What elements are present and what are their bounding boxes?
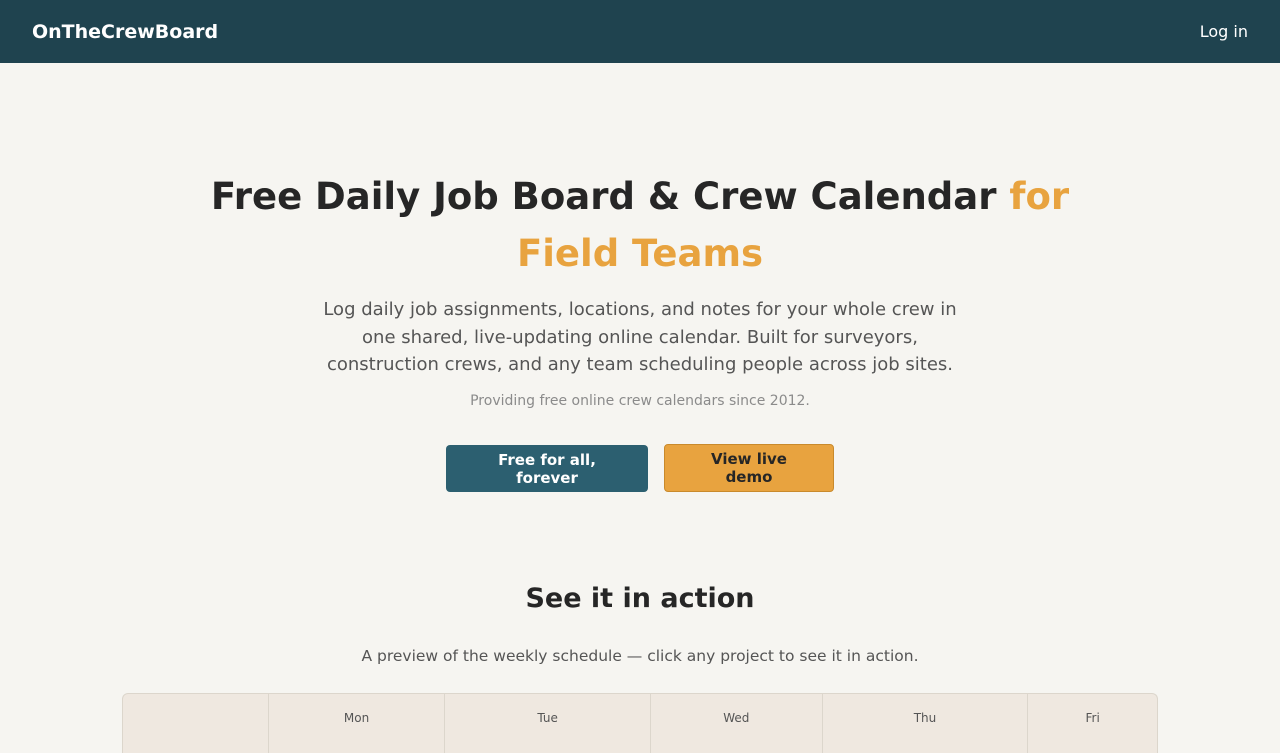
calendar-day-header-wed: Wed — [651, 694, 823, 753]
calendar-day-header-thu: Thu — [823, 694, 1029, 753]
hero-section: Free Daily Job Board & Crew Calendar for… — [0, 168, 1280, 409]
free-forever-button[interactable]: Free for all, forever — [446, 445, 648, 492]
hero-subtitle: Log daily job assignments, locations, an… — [323, 299, 957, 375]
brand-logo[interactable]: OnTheCrewBoard — [32, 21, 218, 43]
preview-section-subtitle: A preview of the weekly schedule — click… — [361, 647, 919, 665]
calendar-corner-cell — [123, 694, 269, 753]
calendar-day-header-fri: Fri — [1085, 711, 1100, 725]
weekly-calendar-preview: Mon Tue Wed Thu Fri — [122, 693, 1158, 753]
hero-since-text: Providing free online crew calendars sin… — [470, 392, 810, 409]
top-navigation-bar: OnTheCrewBoard Log in — [0, 0, 1280, 63]
login-link[interactable]: Log in — [1200, 22, 1248, 41]
calendar-day-header-mon: Mon — [269, 694, 446, 753]
calendar-day-header-tue: Tue — [445, 694, 651, 753]
hero-title: Free Daily Job Board & Crew Calendar for… — [180, 168, 1100, 282]
hero-title-main: Free Daily Job Board & Crew Calendar — [210, 175, 1010, 218]
view-live-demo-button[interactable]: View live demo — [664, 444, 834, 492]
cta-buttons: Free for all, forever View live demo — [0, 444, 1280, 492]
preview-section-title: See it in action — [525, 583, 755, 614]
